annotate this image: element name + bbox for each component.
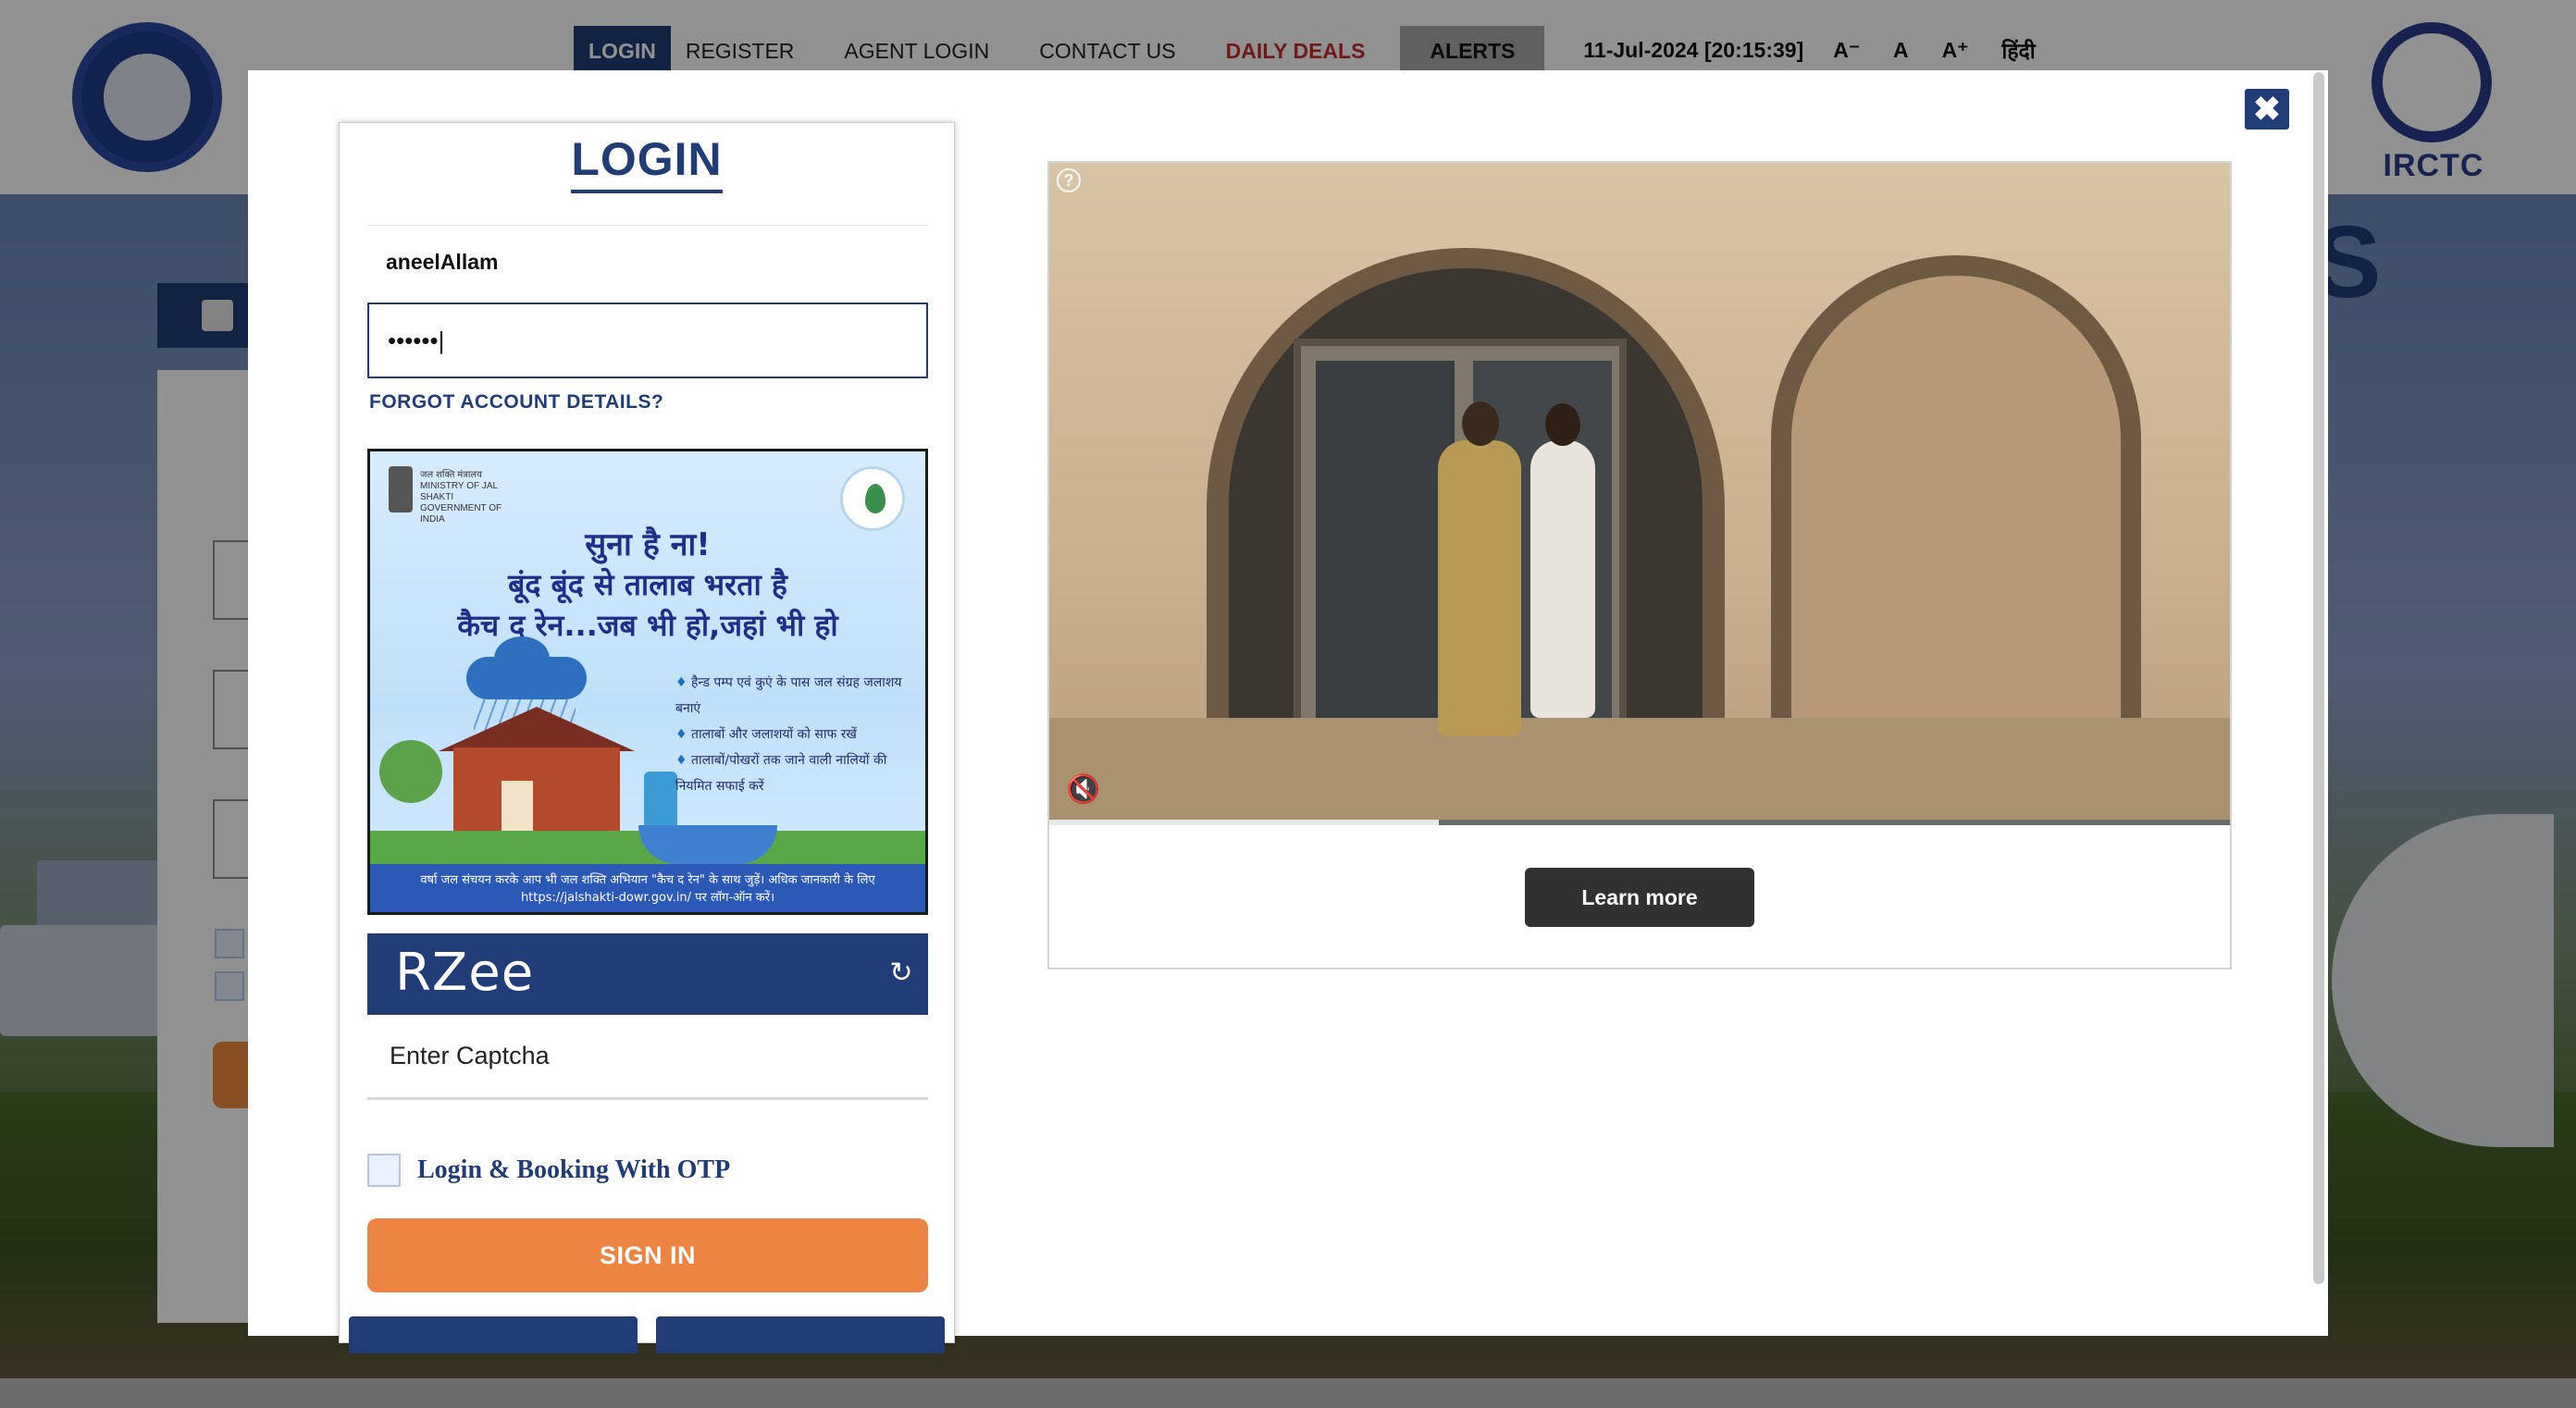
forgot-account-details-link[interactable]: FORGOT ACCOUNT DETAILS? <box>369 391 663 414</box>
close-modal-button[interactable]: ✖ <box>2245 89 2289 130</box>
door-glass <box>1316 361 1455 731</box>
pond-icon <box>638 825 777 864</box>
secondary-button-left[interactable] <box>349 1316 638 1353</box>
ad-bullet: तालाबों और जलाशयों को साफ रखें <box>675 722 925 747</box>
national-emblem-icon <box>389 466 413 513</box>
username-input[interactable] <box>367 225 928 299</box>
refresh-captcha-icon[interactable]: ↻ <box>887 959 915 987</box>
captcha-input[interactable] <box>367 1015 928 1100</box>
video-progress-fill <box>1049 820 1440 825</box>
ad-info-icon[interactable]: ? <box>1057 168 1081 192</box>
tree-icon <box>379 740 442 803</box>
secondary-button-right[interactable] <box>656 1316 945 1353</box>
ad-bullet: हैन्ड पम्प एवं कुएं के पास जल संग्रह जला… <box>675 670 925 722</box>
login-panel: LOGIN FORGOT ACCOUNT DETAILS? जल शक्ति म… <box>339 122 955 1353</box>
video-scene-floor <box>1049 718 2230 825</box>
captcha-image: RZee ↻ <box>367 933 928 1015</box>
captcha-code: RZee <box>395 943 535 1003</box>
house-icon <box>453 747 620 840</box>
ad-bullet-list: हैन्ड पम्प एवं कुएं के पास जल संग्रह जला… <box>675 670 925 799</box>
ad-bullet: तालाबों/पोखरों तक जाने वाली नालियों की न… <box>675 747 925 799</box>
otp-checkbox[interactable] <box>367 1154 401 1187</box>
otp-checkbox-label[interactable]: Login & Booking With OTP <box>417 1155 730 1185</box>
ad-headline-2: बूंद बूंद से तालाब भरता है <box>508 567 787 602</box>
ad-headline-3: कैच द रेन...जब भी हो,जहां भी हो <box>457 608 838 643</box>
video-person-1 <box>1438 401 1521 736</box>
arch-interior <box>1791 276 2121 773</box>
login-title: LOGIN <box>571 132 723 193</box>
sign-in-button[interactable]: SIGN IN <box>367 1218 928 1292</box>
ministry-name: जल शक्ति मंत्रालय MINISTRY OF JAL SHAKTI… <box>420 470 502 525</box>
otp-option-row: Login & Booking With OTP <box>367 1152 730 1189</box>
person-head <box>1462 401 1499 446</box>
ministry-logo: जल शक्ति मंत्रालय MINISTRY OF JAL SHAKTI… <box>389 466 502 525</box>
ad-video-player[interactable]: ? 🔇 <box>1049 163 2230 825</box>
ad-headline-1: सुना है ना! <box>585 526 711 563</box>
modal-scrollbar[interactable] <box>2313 72 2324 1284</box>
video-progress-bar[interactable] <box>1049 820 2230 825</box>
house-roof <box>439 707 635 751</box>
password-input[interactable] <box>367 303 928 378</box>
learn-more-button[interactable]: Learn more <box>1525 868 1754 927</box>
jal-shakti-ad-banner[interactable]: जल शक्ति मंत्रालय MINISTRY OF JAL SHAKTI… <box>367 449 928 915</box>
video-ad: ? 🔇 Learn more <box>1047 161 2232 970</box>
login-title-wrap: LOGIN <box>340 132 954 193</box>
ad-footer-text: वर्षा जल संचयन करके आप भी जल शक्ति अभिया… <box>370 864 925 912</box>
video-person-2 <box>1530 403 1595 718</box>
mute-icon[interactable]: 🔇 <box>1066 773 1100 807</box>
rain-cloud-icon <box>466 636 587 699</box>
video-scene-arch-right <box>1771 255 2141 773</box>
person-head <box>1545 403 1580 446</box>
